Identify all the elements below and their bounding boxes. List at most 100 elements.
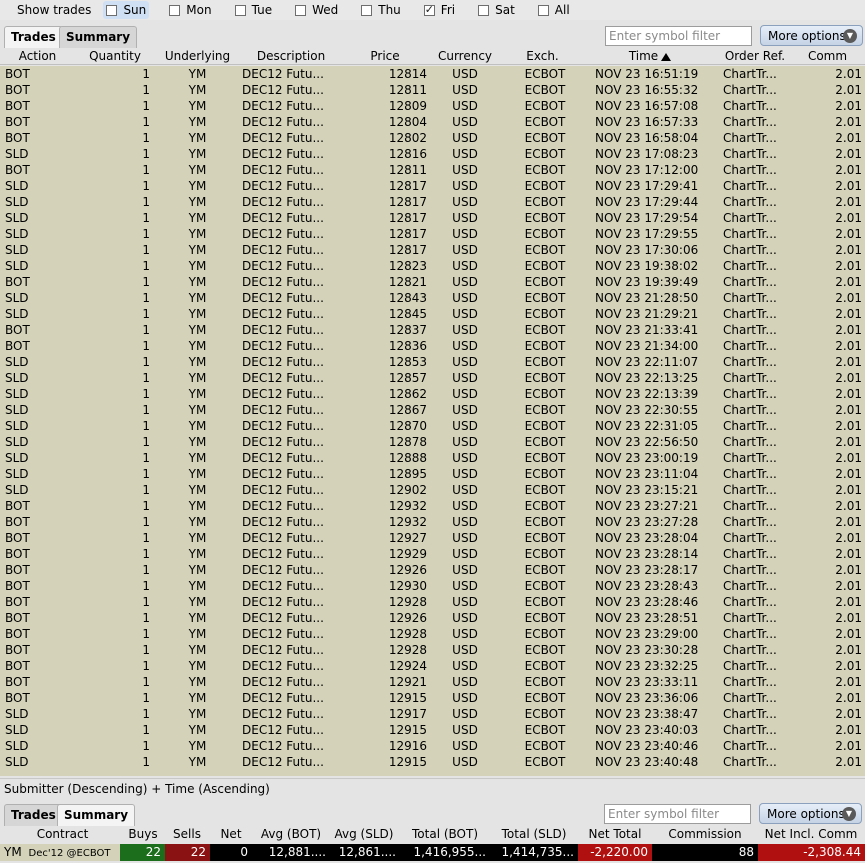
checkbox-icon[interactable] [234,4,246,16]
table-row[interactable]: SLD 1 YM DEC12 Futu... 12817 USD ECBOT NOV 23 1… [0,210,865,226]
table-row[interactable]: SLD 1 YM DEC12 Futu... 12843 USD ECBOT NOV 23 2… [0,290,865,306]
table-row[interactable]: SLD 1 YM DEC12 Futu... 12853 USD ECBOT NOV 23 2… [0,354,865,370]
checkbox-icon[interactable] [169,4,181,16]
currency-cell: USD [452,435,478,449]
column-header-quantity[interactable]: Quantity [80,49,150,65]
column-header-total-bot[interactable]: Total (BOT) [404,827,486,843]
currency-cell: USD [452,643,478,657]
column-header-contract[interactable]: Contract [20,827,105,843]
action-cell: SLD [5,419,29,433]
column-header-net-incl-comm[interactable]: Net Incl. Comm [760,827,862,843]
table-row[interactable]: SLD 1 YM DEC12 Futu... 12870 USD ECBOT NOV 23 2… [0,418,865,434]
column-header-currency[interactable]: Currency [430,49,500,65]
table-row[interactable]: BOT 1 YM DEC12 Futu... 12929 USD ECBOT NOV 23 2… [0,546,865,562]
column-header-sells[interactable]: Sells [166,827,208,843]
day-checkbox-wed[interactable]: Wed [292,1,341,19]
table-row[interactable]: SLD 1 YM DEC12 Futu... 12878 USD ECBOT NOV 23 2… [0,434,865,450]
table-row[interactable]: BOT 1 YM DEC12 Futu... 12928 USD ECBOT NOV 23 2… [0,626,865,642]
day-checkbox-sun[interactable]: Sun [103,1,150,19]
column-header-commission[interactable]: Commission [655,827,755,843]
table-row[interactable]: BOT 1 YM DEC12 Futu... 12837 USD ECBOT NOV 23 2… [0,322,865,338]
table-row[interactable]: BOT 1 YM DEC12 Futu... 12811 USD ECBOT NOV 23 1… [0,162,865,178]
table-row[interactable]: SLD 1 YM DEC12 Futu... 12817 USD ECBOT NOV 23 1… [0,178,865,194]
table-row[interactable]: SLD 1 YM DEC12 Futu... 12857 USD ECBOT NOV 23 2… [0,370,865,386]
tab-summary[interactable]: Summary [59,26,138,48]
table-row[interactable]: BOT 1 YM DEC12 Futu... 12926 USD ECBOT NOV 23 2… [0,562,865,578]
table-row[interactable]: SLD 1 YM DEC12 Futu... 12817 USD ECBOT NOV 23 1… [0,194,865,210]
action-cell: SLD [5,243,29,257]
column-header-total-sld[interactable]: Total (SLD) [492,827,576,843]
table-row[interactable]: BOT 1 YM DEC12 Futu... 12802 USD ECBOT NOV 23 1… [0,130,865,146]
day-checkbox-sat[interactable]: Sat [475,1,518,19]
day-checkbox-fri[interactable]: Fri [421,1,458,19]
table-row[interactable]: SLD 1 YM DEC12 Futu... 12902 USD ECBOT NOV 23 2… [0,482,865,498]
tab-summary-bottom[interactable]: Summary [57,804,136,826]
table-row[interactable]: BOT 1 YM DEC12 Futu... 12921 USD ECBOT NOV 23 2… [0,674,865,690]
table-row[interactable]: BOT 1 YM DEC12 Futu... 12811 USD ECBOT NOV 23 1… [0,82,865,98]
table-row[interactable]: SLD 1 YM DEC12 Futu... 12862 USD ECBOT NOV 23 2… [0,386,865,402]
day-label: All [554,3,570,17]
symbol-filter-input[interactable] [605,26,752,46]
table-row[interactable]: BOT 1 YM DEC12 Futu... 12836 USD ECBOT NOV 23 2… [0,338,865,354]
column-header-underlying[interactable]: Underlying [160,49,235,65]
price-cell: 12804 [388,115,427,129]
column-header-buys[interactable]: Buys [122,827,164,843]
column-header-price[interactable]: Price [355,49,415,65]
table-row[interactable]: BOT 1 YM DEC12 Futu... 12928 USD ECBOT NOV 23 2… [0,594,865,610]
table-row[interactable]: BOT 1 YM DEC12 Futu... 12809 USD ECBOT NOV 23 1… [0,98,865,114]
currency-cell: USD [452,723,478,737]
table-row[interactable]: BOT 1 YM DEC12 Futu... 12915 USD ECBOT NOV 23 2… [0,690,865,706]
table-row[interactable]: BOT 1 YM DEC12 Futu... 12821 USD ECBOT NOV 23 1… [0,274,865,290]
table-row[interactable]: SLD 1 YM DEC12 Futu... 12816 USD ECBOT NOV 23 1… [0,146,865,162]
summary-symbol-filter-input[interactable] [604,804,751,824]
table-row[interactable]: SLD 1 YM DEC12 Futu... 12915 USD ECBOT NOV 23 2… [0,722,865,738]
table-row[interactable]: BOT 1 YM DEC12 Futu... 12924 USD ECBOT NOV 23 2… [0,658,865,674]
column-header-avg-sld[interactable]: Avg (SLD) [330,827,398,843]
summary-row[interactable]: YM Dec'12 @ECBOT 22 22 0 12,881.... 12,8… [0,844,865,861]
table-row[interactable]: BOT 1 YM DEC12 Futu... 12930 USD ECBOT NOV 23 2… [0,578,865,594]
column-header-net[interactable]: Net [212,827,250,843]
day-checkbox-tue[interactable]: Tue [232,1,276,19]
column-header-avg-bot[interactable]: Avg (BOT) [252,827,330,843]
table-row[interactable]: SLD 1 YM DEC12 Futu... 12845 USD ECBOT NOV 23 2… [0,306,865,322]
table-row[interactable]: BOT 1 YM DEC12 Futu... 12932 USD ECBOT NOV 23 2… [0,514,865,530]
action-cell: BOT [5,547,30,561]
checkbox-icon[interactable] [106,4,118,16]
column-header-time[interactable]: Time [600,49,700,65]
table-row[interactable]: SLD 1 YM DEC12 Futu... 12888 USD ECBOT NOV 23 2… [0,450,865,466]
tab-trades-bottom[interactable]: Trades [4,804,63,826]
checkbox-icon[interactable] [423,3,435,16]
column-header-description[interactable]: Description [245,49,337,65]
checkbox-icon[interactable] [295,4,307,16]
table-row[interactable]: BOT 1 YM DEC12 Futu... 12928 USD ECBOT NOV 23 2… [0,642,865,658]
tab-trades[interactable]: Trades [4,26,63,48]
table-row[interactable]: BOT 1 YM DEC12 Futu... 12926 USD ECBOT NOV 23 2… [0,610,865,626]
column-header-comm[interactable]: Comm [800,49,855,65]
table-row[interactable]: SLD 1 YM DEC12 Futu... 12916 USD ECBOT NOV 23 2… [0,738,865,754]
checkbox-icon[interactable] [361,4,373,16]
table-row[interactable]: SLD 1 YM DEC12 Futu... 12817 USD ECBOT NOV 23 1… [0,242,865,258]
table-row[interactable]: SLD 1 YM DEC12 Futu... 12917 USD ECBOT NOV 23 2… [0,706,865,722]
quantity-cell: 1 [142,387,150,401]
checkbox-icon[interactable] [537,4,549,16]
table-row[interactable]: BOT 1 YM DEC12 Futu... 12814 USD ECBOT NOV 23 1… [0,66,865,82]
checkbox-icon[interactable] [478,4,490,16]
table-row[interactable]: SLD 1 YM DEC12 Futu... 12823 USD ECBOT NOV 23 1… [0,258,865,274]
table-row[interactable]: SLD 1 YM DEC12 Futu... 12915 USD ECBOT NOV 23 2… [0,754,865,770]
table-row[interactable]: SLD 1 YM DEC12 Futu... 12867 USD ECBOT NOV 23 2… [0,402,865,418]
summary-table-header: Contract Buys Sells Net Avg (BOT) Avg (S… [0,826,865,844]
table-row[interactable]: BOT 1 YM DEC12 Futu... 12804 USD ECBOT NOV 23 1… [0,114,865,130]
day-checkbox-mon[interactable]: Mon [166,1,214,19]
day-checkbox-all[interactable]: All [535,1,573,19]
table-row[interactable]: SLD 1 YM DEC12 Futu... 12817 USD ECBOT NOV 23 1… [0,226,865,242]
summary-more-options-button[interactable]: More options ▼ [759,803,862,824]
more-options-button[interactable]: More options ▼ [760,25,863,46]
table-row[interactable]: BOT 1 YM DEC12 Futu... 12932 USD ECBOT NOV 23 2… [0,498,865,514]
column-header-exch[interactable]: Exch. [510,49,575,65]
column-header-order-ref[interactable]: Order Ref. [715,49,795,65]
column-header-action[interactable]: Action [5,49,70,65]
table-row[interactable]: SLD 1 YM DEC12 Futu... 12895 USD ECBOT NOV 23 2… [0,466,865,482]
day-checkbox-thu[interactable]: Thu [358,1,404,19]
column-header-net-total[interactable]: Net Total [580,827,650,843]
table-row[interactable]: BOT 1 YM DEC12 Futu... 12927 USD ECBOT NOV 23 2… [0,530,865,546]
